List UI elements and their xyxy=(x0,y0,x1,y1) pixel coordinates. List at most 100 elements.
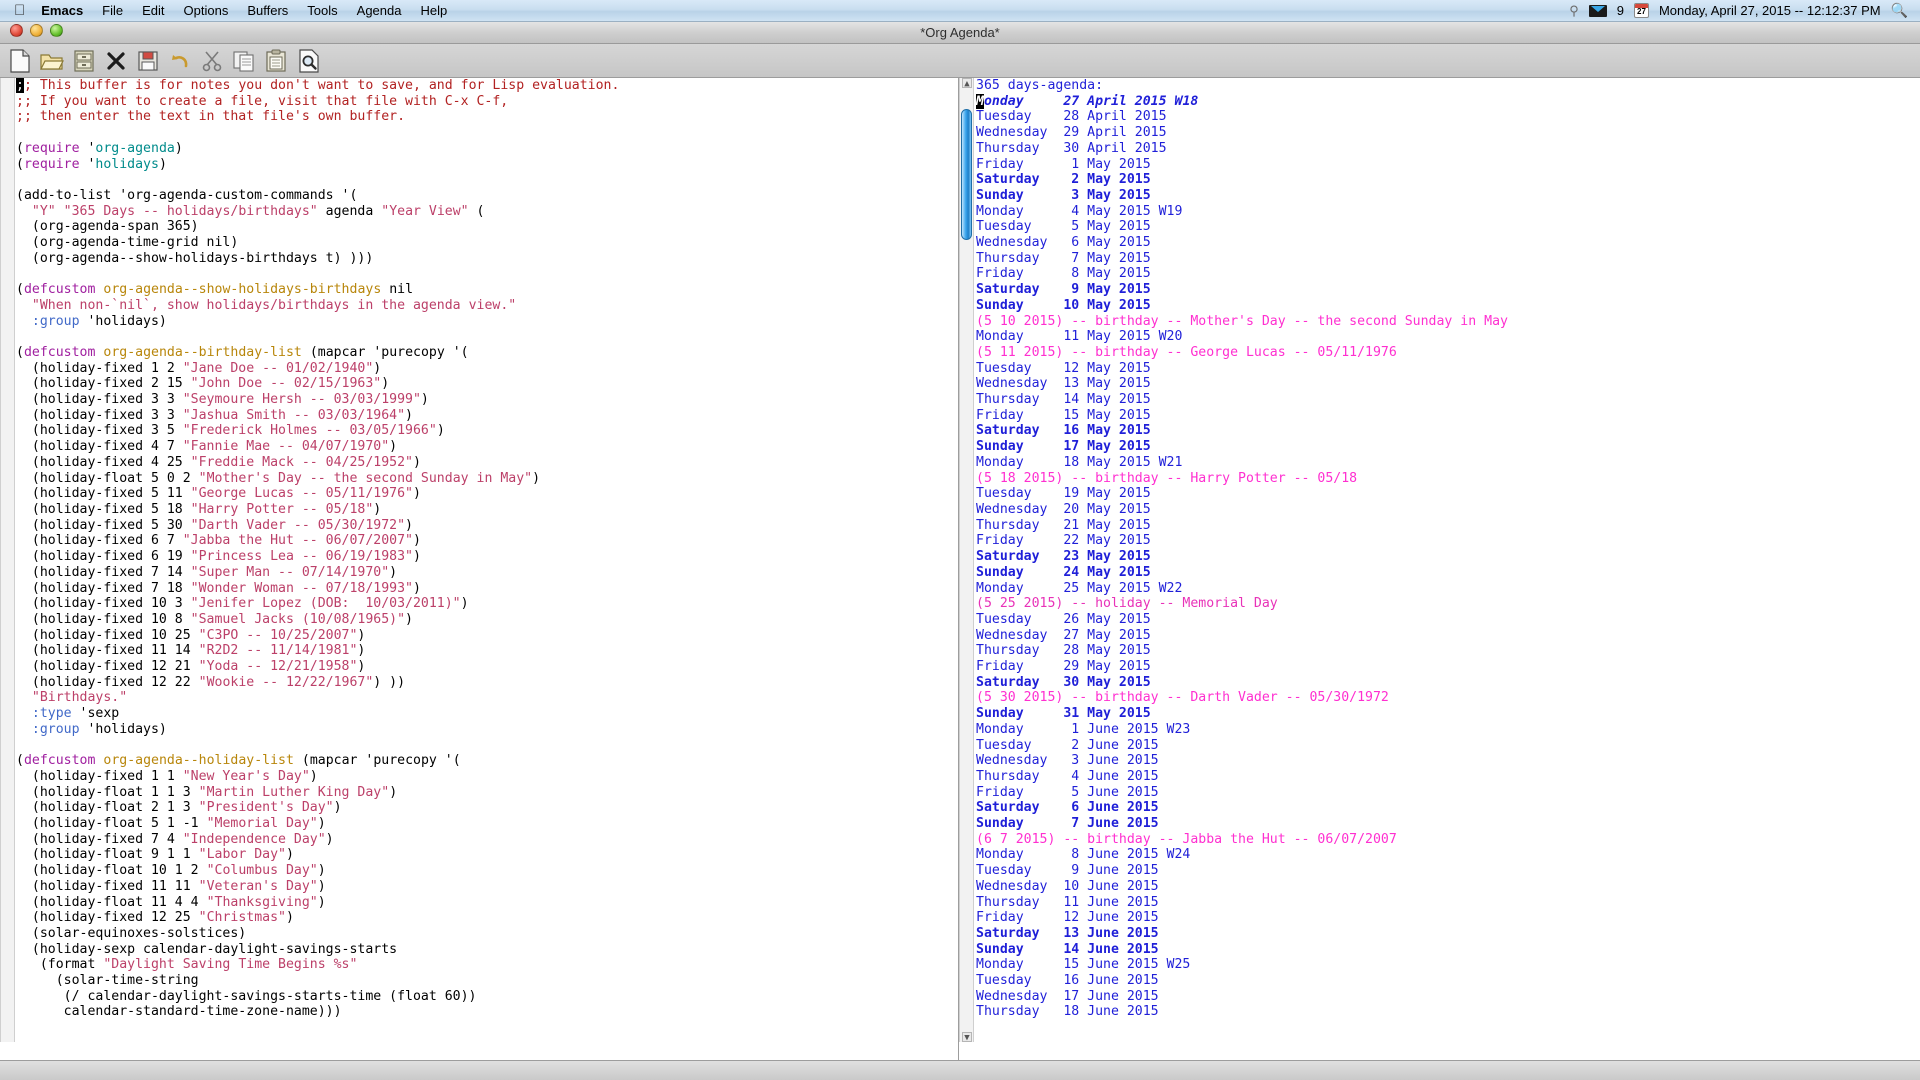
menu-item-tools[interactable]: Tools xyxy=(307,3,337,18)
apple-logo-icon[interactable]:  xyxy=(14,3,25,18)
agenda-day-text: Monday 15 June 2015 W25 xyxy=(976,957,1191,973)
code-span: defcustom xyxy=(23,282,96,298)
save-floppy-icon[interactable] xyxy=(134,47,162,75)
agenda-day-row[interactable]: Thursday 28 May 2015 xyxy=(976,643,1920,659)
agenda-day-row[interactable]: Thursday 7 May 2015 xyxy=(976,251,1920,267)
calendar-icon[interactable]: 27 xyxy=(1633,3,1649,18)
agenda-day-row[interactable]: Friday 1 May 2015 xyxy=(976,157,1920,173)
agenda-day-row[interactable]: Wednesday 27 May 2015 xyxy=(976,628,1920,644)
agenda-day-row[interactable]: Sunday 7 June 2015 xyxy=(976,816,1920,832)
agenda-day-row[interactable]: Friday 29 May 2015 xyxy=(976,659,1920,675)
agenda-day-row[interactable]: Friday 5 June 2015 xyxy=(976,785,1920,801)
agenda-holiday-row[interactable]: (5 25 2015) -- holiday -- Memorial Day xyxy=(976,596,1920,612)
agenda-birthday-row[interactable]: (6 7 2015) -- birthday -- Jabba the Hut … xyxy=(976,832,1920,848)
scroll-up-arrow-icon[interactable]: ▲ xyxy=(962,78,972,89)
agenda-day-row[interactable]: Tuesday 28 April 2015 xyxy=(976,109,1920,125)
agenda-day-row[interactable]: Sunday 14 June 2015 xyxy=(976,942,1920,958)
agenda-buffer-text[interactable]: 365 days-agenda: Monday 27 April 2015 W1… xyxy=(976,78,1920,1042)
scroll-down-arrow-icon[interactable]: ▼ xyxy=(962,1032,972,1043)
mail-envelope-icon[interactable] xyxy=(1588,4,1607,17)
agenda-day-row[interactable]: Thursday 11 June 2015 xyxy=(976,895,1920,911)
menu-item-emacs[interactable]: Emacs xyxy=(41,3,83,18)
agenda-day-row[interactable]: Thursday 30 April 2015 xyxy=(976,141,1920,157)
agenda-day-row[interactable]: Monday 1 June 2015 W23 xyxy=(976,722,1920,738)
menu-item-file[interactable]: File xyxy=(102,3,123,18)
agenda-scrollbar[interactable]: ▲ ▼ xyxy=(959,78,974,1043)
close-x-icon[interactable] xyxy=(102,47,130,75)
agenda-day-row[interactable]: Sunday 3 May 2015 xyxy=(976,188,1920,204)
agenda-day-row[interactable]: Wednesday 20 May 2015 xyxy=(976,502,1920,518)
agenda-day-row[interactable]: Thursday 18 June 2015 xyxy=(976,1004,1920,1020)
scissors-cut-icon[interactable] xyxy=(198,47,226,75)
agenda-day-row[interactable]: Tuesday 5 May 2015 xyxy=(976,219,1920,235)
agenda-day-row[interactable]: Saturday 2 May 2015 xyxy=(976,172,1920,188)
code-span: (holiday-float 5 0 2 xyxy=(16,470,199,486)
agenda-birthday-row[interactable]: (5 18 2015) -- birthday -- Harry Potter … xyxy=(976,471,1920,487)
new-file-icon[interactable] xyxy=(6,47,34,75)
agenda-day-row[interactable]: Thursday 14 May 2015 xyxy=(976,392,1920,408)
menu-item-help[interactable]: Help xyxy=(420,3,447,18)
agenda-scroll-thumb[interactable] xyxy=(961,108,972,241)
agenda-day-row[interactable]: Wednesday 3 June 2015 xyxy=(976,753,1920,769)
agenda-birthday-row[interactable]: (5 30 2015) -- birthday -- Darth Vader -… xyxy=(976,690,1920,706)
code-span: :type xyxy=(31,706,72,722)
agenda-day-text: Tuesday 26 May 2015 xyxy=(976,611,1151,627)
menu-item-options[interactable]: Options xyxy=(184,3,229,18)
agenda-day-row[interactable]: Monday 15 June 2015 W25 xyxy=(976,957,1920,973)
left-pane-scrollbar[interactable] xyxy=(0,78,15,1042)
agenda-day-row[interactable]: Saturday 9 May 2015 xyxy=(976,282,1920,298)
agenda-day-row[interactable]: Monday 25 May 2015 W22 xyxy=(976,581,1920,597)
undo-arrow-icon[interactable] xyxy=(166,47,194,75)
close-window-button[interactable] xyxy=(10,24,23,37)
agenda-day-row[interactable]: Monday 8 June 2015 W24 xyxy=(976,847,1920,863)
agenda-day-row[interactable]: Tuesday 19 May 2015 xyxy=(976,486,1920,502)
agenda-day-row[interactable]: Tuesday 9 June 2015 xyxy=(976,863,1920,879)
fan-icon[interactable]: ⚲ xyxy=(1569,3,1579,19)
menubar-clock[interactable]: Monday, April 27, 2015 -- 12:12:37 PM xyxy=(1659,3,1881,18)
spotlight-search-icon[interactable]: 🔍 xyxy=(1891,2,1908,19)
window-title-bar[interactable]: *Org Agenda* xyxy=(0,22,1920,44)
agenda-day-row[interactable]: Saturday 6 June 2015 xyxy=(976,800,1920,816)
agenda-day-row[interactable]: Monday 27 April 2015 W18 xyxy=(976,93,1920,110)
agenda-day-row[interactable]: Sunday 10 May 2015 xyxy=(976,298,1920,314)
agenda-day-row[interactable]: Wednesday 10 June 2015 xyxy=(976,879,1920,895)
agenda-day-row[interactable]: Tuesday 2 June 2015 xyxy=(976,738,1920,754)
agenda-day-row[interactable]: Tuesday 12 May 2015 xyxy=(976,361,1920,377)
agenda-day-row[interactable]: Saturday 23 May 2015 xyxy=(976,549,1920,565)
agenda-day-row[interactable]: Saturday 16 May 2015 xyxy=(976,423,1920,439)
agenda-day-row[interactable]: Friday 22 May 2015 xyxy=(976,533,1920,549)
agenda-day-row[interactable]: Wednesday 17 June 2015 xyxy=(976,989,1920,1005)
agenda-day-row[interactable]: Thursday 21 May 2015 xyxy=(976,518,1920,534)
menu-item-agenda[interactable]: Agenda xyxy=(357,3,402,18)
zoom-window-button[interactable] xyxy=(50,24,63,37)
code-line: (holiday-fixed 3 3 "Seymoure Hersh -- 03… xyxy=(16,392,958,408)
agenda-birthday-row[interactable]: (5 11 2015) -- birthday -- George Lucas … xyxy=(976,345,1920,361)
minimize-window-button[interactable] xyxy=(30,24,43,37)
agenda-day-row[interactable]: Saturday 13 June 2015 xyxy=(976,926,1920,942)
agenda-day-row[interactable]: Tuesday 16 June 2015 xyxy=(976,973,1920,989)
agenda-day-row[interactable]: Monday 4 May 2015 W19 xyxy=(976,204,1920,220)
open-folder-icon[interactable] xyxy=(38,47,66,75)
agenda-day-row[interactable]: Wednesday 13 May 2015 xyxy=(976,376,1920,392)
copy-pages-icon[interactable] xyxy=(230,47,258,75)
agenda-day-row[interactable]: Sunday 31 May 2015 xyxy=(976,706,1920,722)
agenda-day-row[interactable]: Friday 15 May 2015 xyxy=(976,408,1920,424)
menu-item-buffers[interactable]: Buffers xyxy=(247,3,288,18)
agenda-day-row[interactable]: Wednesday 6 May 2015 xyxy=(976,235,1920,251)
agenda-day-row[interactable]: Monday 18 May 2015 W21 xyxy=(976,455,1920,471)
agenda-day-row[interactable]: Saturday 30 May 2015 xyxy=(976,675,1920,691)
search-magnifier-icon[interactable] xyxy=(294,47,322,75)
scratch-buffer-text[interactable]: ;; This buffer is for notes you don't wa… xyxy=(16,78,958,1042)
agenda-day-row[interactable]: Wednesday 29 April 2015 xyxy=(976,125,1920,141)
agenda-day-row[interactable]: Sunday 17 May 2015 xyxy=(976,439,1920,455)
agenda-day-row[interactable]: Monday 11 May 2015 W20 xyxy=(976,329,1920,345)
paste-clipboard-icon[interactable] xyxy=(262,47,290,75)
agenda-birthday-row[interactable]: (5 10 2015) -- birthday -- Mother's Day … xyxy=(976,314,1920,330)
menu-item-edit[interactable]: Edit xyxy=(142,3,164,18)
agenda-day-row[interactable]: Sunday 24 May 2015 xyxy=(976,565,1920,581)
agenda-day-row[interactable]: Friday 8 May 2015 xyxy=(976,266,1920,282)
agenda-day-row[interactable]: Tuesday 26 May 2015 xyxy=(976,612,1920,628)
agenda-day-row[interactable]: Thursday 4 June 2015 xyxy=(976,769,1920,785)
file-cabinet-icon[interactable] xyxy=(70,47,98,75)
agenda-day-row[interactable]: Friday 12 June 2015 xyxy=(976,910,1920,926)
